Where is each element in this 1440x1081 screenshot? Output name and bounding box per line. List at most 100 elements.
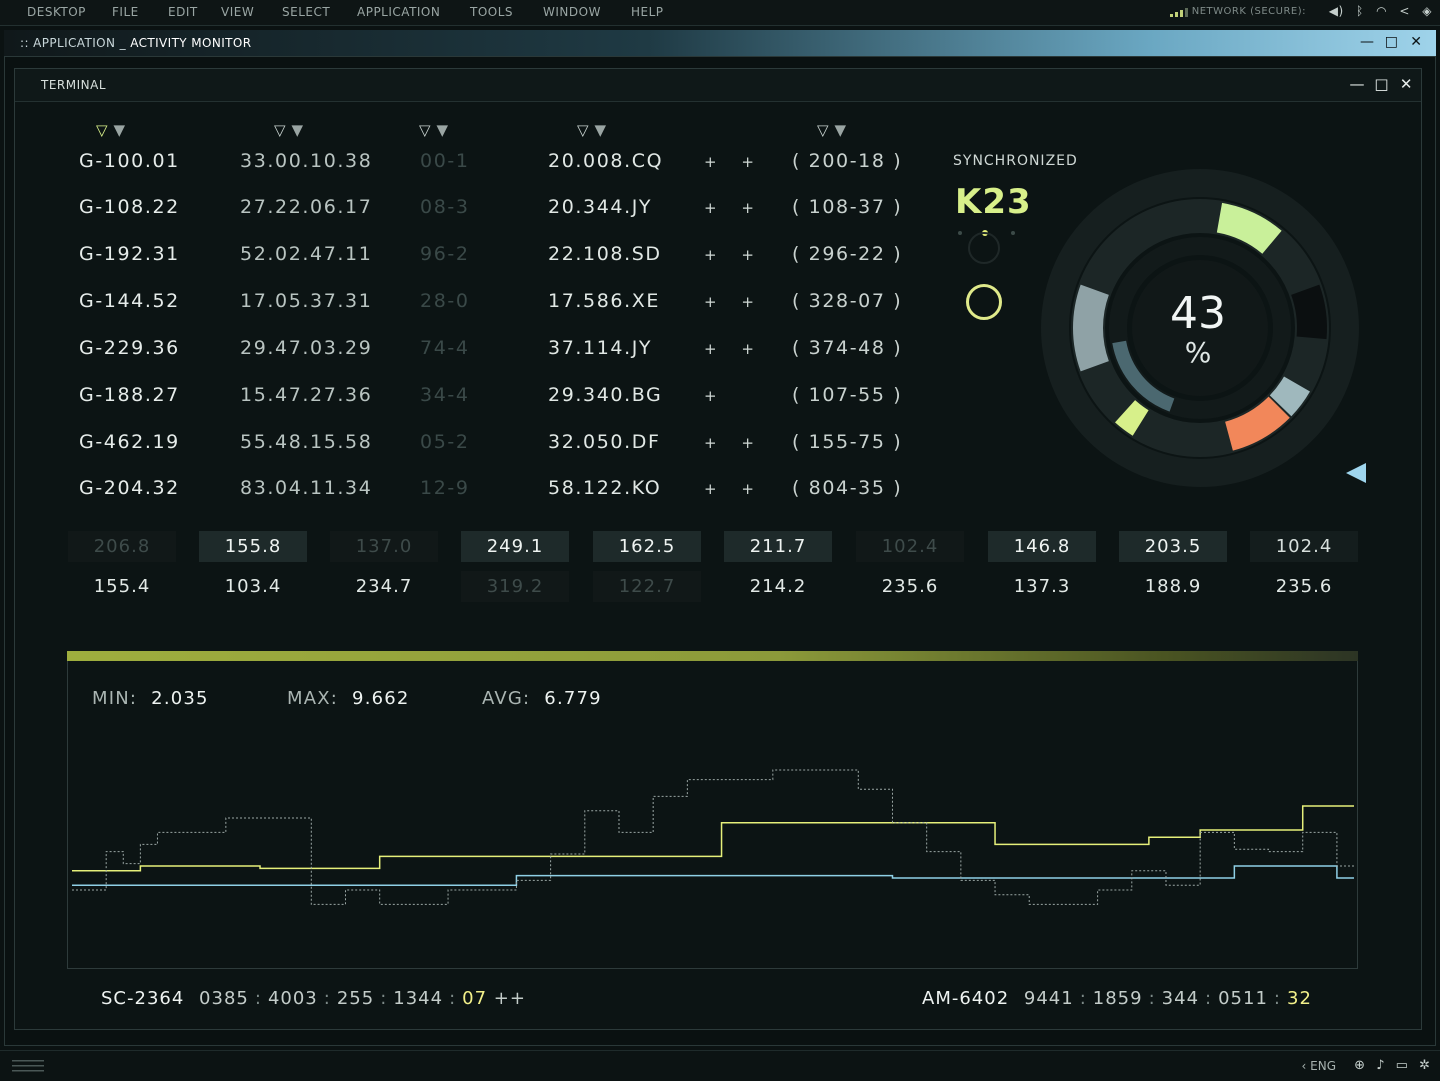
value-cell[interactable]: 235.6 [1250,571,1358,602]
signal-bars-icon [1170,8,1188,17]
footer-right-label: AM-6402 [922,988,1010,1009]
footer-right-value: 9441 [1023,988,1074,1009]
table-cell-code: 34-4 [420,384,470,406]
table-cell-range: ( 200-18 ) [792,150,903,172]
notification-bell-icon[interactable]: ♪ [1376,1058,1384,1073]
table-cell-pair: 32.050.DF [548,431,661,453]
hamburger-menu-icon[interactable] [12,1060,44,1072]
network-status: NETWORK (SECURE): [1191,6,1306,17]
table-cell-time: 55.48.15.58 [240,431,373,453]
footer-left-value: 1344 [393,988,444,1009]
value-cell[interactable]: 319.2 [461,571,569,602]
close-icon[interactable]: ✕ [1410,34,1422,50]
value-cell[interactable]: 235.6 [856,571,964,602]
table-cell-time: 27.22.06.17 [240,196,373,218]
table-cell-pair: 20.008.CQ [548,150,664,172]
value-cell[interactable]: 155.8 [199,531,307,562]
chart-series-line-0 [72,805,1354,872]
language-indicator[interactable]: ‹ ENG [1302,1059,1336,1073]
menu-item[interactable]: FILE [112,5,139,19]
table-cell-time: 33.00.10.38 [240,150,373,172]
settings-gear-icon[interactable]: ✲ [1419,1058,1430,1073]
terminal-close-icon[interactable]: ✕ [1400,75,1413,93]
table-cell-pair: 22.108.SD [548,243,662,265]
table-cell-range: ( 328-07 ) [792,290,903,312]
sort-arrows-icon[interactable]: ▽▼ [274,121,309,139]
app-title-prefix: :: APPLICATION _ [20,36,126,50]
table-cell-id: G-100.01 [79,150,180,172]
menu-item[interactable]: DESKTOP [27,5,86,19]
footer-right-value: 0511 [1218,988,1268,1009]
footer-left-value: 4003 [267,988,318,1009]
sort-arrows-icon[interactable]: ▽▼ [817,121,852,139]
value-cell[interactable]: 146.8 [988,531,1096,562]
table-cell-code: 00-1 [420,150,470,172]
maximize-icon[interactable]: □ [1385,34,1398,50]
bluetooth-icon[interactable]: ᛒ [1356,4,1364,18]
value-cell[interactable]: 203.5 [1119,531,1227,562]
table-cell-code: 28-0 [420,290,470,312]
app-title-bar: :: APPLICATION _ ACTIVITY MONITOR — □ ✕ [4,30,1436,56]
shield-icon[interactable]: ◈ [1422,4,1432,18]
table-cell-id: G-144.52 [79,290,180,312]
footer-left-label: SC-2364 [101,988,185,1009]
terminal-title-bar: TERMINAL — □ ✕ [15,69,1421,102]
value-cell[interactable]: 214.2 [724,571,832,602]
value-cell[interactable]: 206.8 [68,531,176,562]
value-cell[interactable]: 137.0 [330,531,438,562]
sort-arrows-icon[interactable]: ▽▼ [577,121,612,139]
value-cell[interactable]: 234.7 [330,571,438,602]
menu-item[interactable]: APPLICATION [357,5,440,19]
value-cell[interactable]: 162.5 [593,531,701,562]
gauge-segment [1290,284,1327,340]
volume-icon[interactable]: ◀) [1329,4,1344,18]
value-cell[interactable]: 102.4 [856,531,964,562]
gauge-segment [1224,396,1290,451]
menu-item[interactable]: VIEW [221,5,254,19]
share-icon[interactable]: < [1399,4,1410,18]
menu-item[interactable]: SELECT [282,5,330,19]
table-cell-pair: 37.114.JY [548,337,653,359]
terminal-maximize-icon[interactable]: □ [1374,75,1389,93]
table-cell-code: 12-9 [420,477,470,499]
table-cell-plus: + + [704,199,764,217]
table-cell-pair: 58.122.KO [548,477,662,499]
terminal-title: TERMINAL [41,78,107,92]
chat-icon[interactable]: ▭ [1396,1058,1408,1073]
globe-icon[interactable]: ⊕ [1354,1058,1365,1073]
value-cell[interactable]: 102.4 [1250,531,1358,562]
play-icon[interactable] [1346,463,1366,483]
table-cell-range: ( 108-37 ) [792,196,903,218]
table-cell-id: G-229.36 [79,337,180,359]
footer-left-value: 255 [336,988,375,1009]
table-cell-plus: + + [704,434,764,452]
value-cell[interactable]: 211.7 [724,531,832,562]
menu-item[interactable]: HELP [631,5,664,19]
table-cell-id: G-192.31 [79,243,180,265]
value-cell[interactable]: 122.7 [593,571,701,602]
minimize-icon[interactable]: — [1360,34,1374,50]
value-cell[interactable]: 155.4 [68,571,176,602]
status-ring-active-icon[interactable] [966,284,1002,320]
table-cell-time: 17.05.37.31 [240,290,373,312]
value-cell[interactable]: 249.1 [461,531,569,562]
gauge-unit: % [1184,336,1212,369]
value-cell[interactable]: 103.4 [199,571,307,602]
gauge-segment [1073,284,1110,372]
menu-item[interactable]: EDIT [168,5,198,19]
value-cell[interactable]: 137.3 [988,571,1096,602]
table-cell-plus: + + [704,480,764,498]
sort-arrows-icon[interactable]: ▽▼ [419,121,454,139]
top-menu-bar: DESKTOP FILE EDIT VIEW SELECT APPLICATION TOOL… [0,0,1440,26]
status-ring-icon [968,232,1000,264]
menu-item[interactable]: TOOLS [470,5,513,19]
wifi-icon[interactable]: ◠ [1376,4,1387,18]
menu-item[interactable]: WINDOW [543,5,601,19]
sort-arrows-icon[interactable]: ▽▼ [96,121,131,139]
footer-left-suffix: ++ [493,988,526,1009]
value-cell[interactable]: 188.9 [1119,571,1227,602]
footer-left-readout: SC-2364 0385:4003:255:1344:07 ++ [101,988,526,1009]
terminal-minimize-icon[interactable]: — [1350,75,1366,93]
table-cell-id: G-108.22 [79,196,180,218]
table-cell-code: 96-2 [420,243,470,265]
